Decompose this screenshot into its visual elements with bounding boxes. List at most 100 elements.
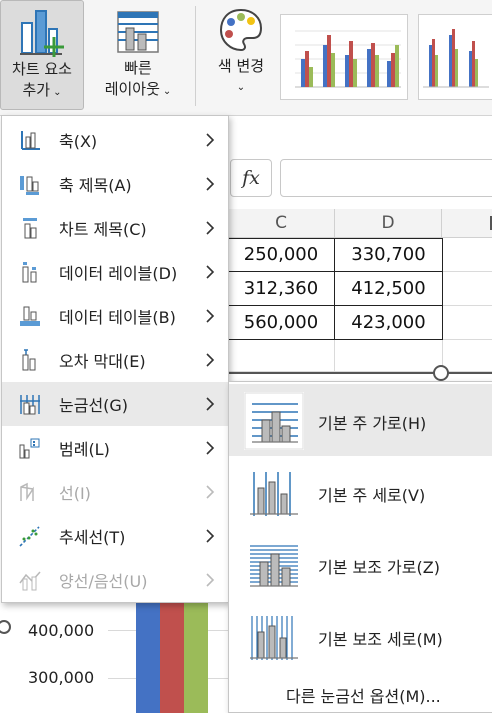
column-header-e[interactable] bbox=[442, 209, 492, 238]
quick-layout-label-2-text: 레이아웃 bbox=[104, 80, 160, 98]
quick-layout-label-2: 레이아웃 ⌄ bbox=[105, 79, 172, 102]
submenu-item-primary-minor-horizontal-label: 기본 보조 가로(Z) bbox=[318, 558, 440, 577]
menu-item-lines-label: 선(I) bbox=[59, 484, 91, 503]
menu-item-data-table-label: 데이터 테이블(B) bbox=[59, 308, 176, 327]
chart-style-thumbnail-2[interactable] bbox=[418, 14, 492, 100]
chevron-right-icon bbox=[206, 265, 215, 279]
chevron-right-icon bbox=[206, 353, 215, 367]
menu-item-data-labels-label: 데이터 레이블(D) bbox=[59, 264, 178, 283]
column-header-d[interactable]: D bbox=[335, 209, 442, 238]
cell-e4[interactable] bbox=[443, 340, 492, 372]
add-chart-element-button[interactable]: 차트 요소 추가 ⌄ bbox=[0, 0, 84, 110]
submenu-item-primary-major-vertical[interactable]: 기본 주 세로(V) bbox=[229, 456, 492, 528]
primary-minor-vertical-icon bbox=[244, 608, 304, 666]
cell-e1[interactable] bbox=[443, 238, 492, 272]
quick-layout-button[interactable]: 빠른 레이아웃 ⌄ bbox=[86, 0, 190, 110]
cell-c2[interactable]: 312,360 bbox=[228, 272, 335, 306]
chevron-right-icon bbox=[206, 441, 215, 455]
axes-icon bbox=[21, 131, 40, 150]
chart-title-icon bbox=[23, 218, 37, 239]
add-chart-element-menu: 축(X) 축 제목(A) 차트 제목(C) 데이터 레이블(D) 데이터 테이블… bbox=[1, 115, 229, 603]
chevron-right-icon bbox=[206, 485, 215, 499]
menu-item-data-table[interactable]: 데이터 테이블(B) bbox=[2, 294, 228, 338]
up-down-bars-icon bbox=[19, 571, 41, 591]
gridlines-submenu: 기본 주 가로(H) 기본 주 세로(V) 기본 보조 가로(Z) 기본 보조 … bbox=[228, 381, 492, 713]
chevron-right-icon bbox=[206, 573, 215, 587]
chevron-right-icon bbox=[206, 133, 215, 147]
primary-major-horizontal-icon bbox=[244, 392, 304, 450]
chart-style-thumbnail-1[interactable] bbox=[280, 14, 408, 100]
submenu-item-primary-minor-horizontal[interactable]: 기본 보조 가로(Z) bbox=[229, 528, 492, 600]
gridlines-icon bbox=[20, 395, 40, 415]
add-chart-element-label-2: 추가 ⌄ bbox=[23, 80, 62, 103]
submenu-item-primary-minor-vertical-label: 기본 보조 세로(M) bbox=[318, 630, 443, 649]
quick-layout-icon bbox=[117, 11, 159, 53]
add-chart-element-label-1: 차트 요소 bbox=[12, 60, 72, 78]
menu-item-trendline-label: 추세선(T) bbox=[59, 528, 126, 547]
menu-item-gridlines-label: 눈금선(G) bbox=[59, 396, 129, 415]
primary-major-vertical-icon bbox=[244, 464, 304, 522]
chart-bar-series-1[interactable] bbox=[136, 600, 160, 713]
submenu-item-primary-major-vertical-label: 기본 주 세로(V) bbox=[318, 486, 426, 505]
lines-icon bbox=[20, 482, 34, 501]
cell-d4[interactable] bbox=[335, 340, 443, 372]
menu-item-axes[interactable]: 축(X) bbox=[2, 118, 228, 162]
legend-icon bbox=[19, 438, 40, 459]
cell-d1[interactable]: 330,700 bbox=[335, 238, 443, 272]
cell-e3[interactable] bbox=[443, 306, 492, 340]
chart-style-preview-1 bbox=[295, 30, 401, 88]
menu-item-chart-title-label: 차트 제목(C) bbox=[59, 220, 147, 239]
change-colors-label: 색 변경 bbox=[217, 57, 265, 75]
chevron-right-icon bbox=[206, 529, 215, 543]
menu-item-axes-label: 축(X) bbox=[59, 132, 98, 151]
menu-item-trendline[interactable]: 추세선(T) bbox=[2, 514, 228, 558]
chevron-down-icon: ⌄ bbox=[162, 86, 172, 97]
chevron-right-icon bbox=[206, 177, 215, 191]
menu-item-legend-label: 범례(L) bbox=[59, 440, 110, 459]
data-labels-icon bbox=[22, 262, 37, 283]
submenu-item-primary-minor-vertical[interactable]: 기본 보조 세로(M) bbox=[229, 600, 492, 672]
trendline-icon bbox=[19, 526, 40, 547]
more-gridline-options[interactable]: 다른 눈금선 옵션(M)... bbox=[229, 678, 492, 712]
more-gridline-options-label: 다른 눈금선 옵션(M)... bbox=[286, 687, 441, 706]
chart-style-preview-2 bbox=[423, 29, 489, 88]
column-header-c[interactable]: C bbox=[228, 209, 335, 238]
menu-item-up-down-bars: 양선/음선(U) bbox=[2, 558, 228, 602]
submenu-item-primary-major-horizontal[interactable]: 기본 주 가로(H) bbox=[229, 384, 492, 456]
ribbon-separator bbox=[195, 6, 196, 106]
chart-bar-series-3[interactable] bbox=[184, 600, 208, 713]
chart-frame-top bbox=[228, 372, 492, 374]
insert-function-button[interactable]: fx bbox=[230, 159, 272, 197]
cell-d3[interactable]: 423,000 bbox=[335, 306, 443, 340]
change-colors-button[interactable]: 색 변경 ⌄ bbox=[205, 0, 277, 110]
menu-item-chart-title[interactable]: 차트 제목(C) bbox=[2, 206, 228, 250]
chevron-right-icon bbox=[206, 309, 215, 323]
menu-item-up-down-bars-label: 양선/음선(U) bbox=[59, 572, 148, 591]
menu-item-error-bars[interactable]: 오차 막대(E) bbox=[2, 338, 228, 382]
menu-item-data-labels[interactable]: 데이터 레이블(D) bbox=[2, 250, 228, 294]
cell-c1[interactable]: 250,000 bbox=[228, 238, 335, 272]
cell-d2[interactable]: 412,500 bbox=[335, 272, 443, 306]
chevron-right-icon bbox=[206, 397, 215, 411]
quick-layout-label-1: 빠른 bbox=[124, 59, 152, 77]
chevron-down-icon: ⌄ bbox=[53, 87, 62, 98]
palette-icon bbox=[219, 8, 263, 52]
menu-item-axis-titles-label: 축 제목(A) bbox=[59, 176, 132, 195]
y-tick-label-400000: 400,000 bbox=[28, 621, 95, 640]
chart-bar-series-2[interactable] bbox=[160, 600, 184, 713]
cell-c3[interactable]: 560,000 bbox=[228, 306, 335, 340]
cell-e2[interactable] bbox=[443, 272, 492, 306]
formula-input[interactable] bbox=[280, 159, 492, 197]
menu-item-legend[interactable]: 범례(L) bbox=[2, 426, 228, 470]
menu-item-axis-titles[interactable]: 축 제목(A) bbox=[2, 162, 228, 206]
chart-plot-area[interactable]: 400,000 300,000 bbox=[0, 600, 230, 713]
menu-item-lines: 선(I) bbox=[2, 470, 228, 514]
cell-c4[interactable] bbox=[228, 340, 335, 372]
chevron-right-icon bbox=[206, 221, 215, 235]
add-chart-element-label-2-text: 추가 bbox=[22, 81, 51, 99]
ribbon: 차트 요소 추가 ⌄ 빠른 레이아웃 ⌄ 색 변경 ⌄ bbox=[0, 0, 492, 116]
chart-resize-handle-top[interactable] bbox=[433, 365, 449, 381]
menu-item-gridlines[interactable]: 눈금선(G) bbox=[2, 382, 228, 426]
y-tick-label-300000: 300,000 bbox=[28, 668, 95, 687]
chevron-down-icon: ⌄ bbox=[236, 82, 246, 93]
